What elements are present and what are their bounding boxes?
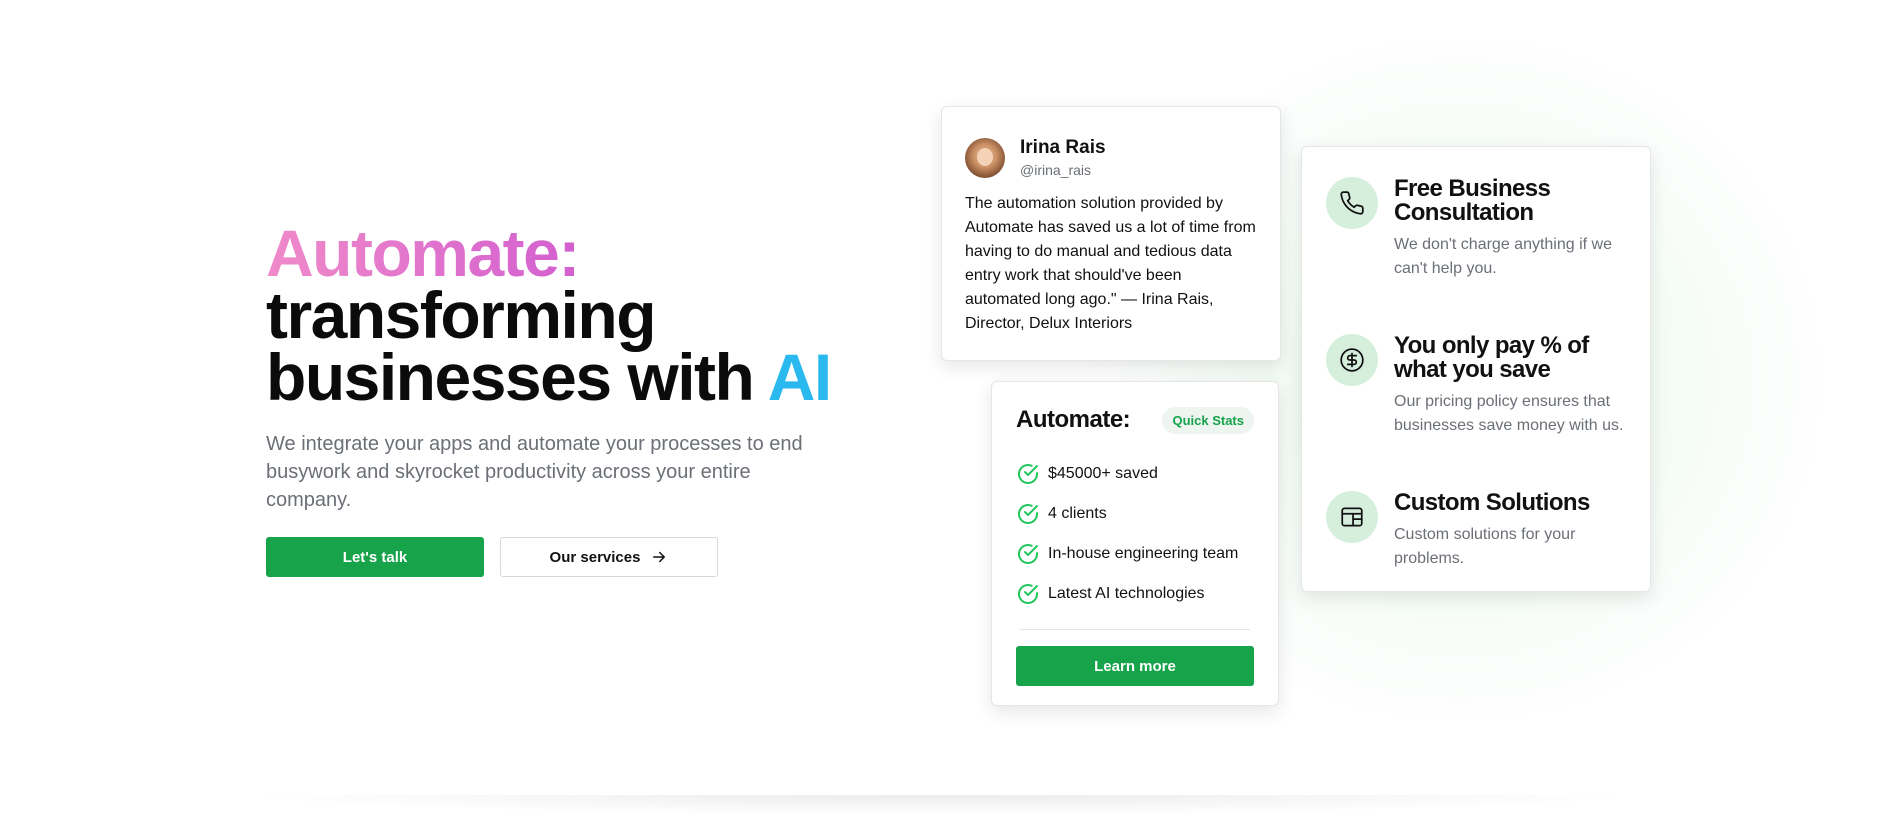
testimonial-name: Irina Rais: [1020, 137, 1106, 158]
feature-title: Custom Solutions: [1394, 489, 1590, 516]
check-circle-icon: [1018, 464, 1038, 484]
our-services-label: Our services: [549, 548, 641, 566]
check-circle-icon: [1018, 544, 1038, 564]
hero-actions: Let's talk Our services: [266, 537, 966, 577]
list-item: 4 clients: [1016, 494, 1254, 534]
testimonial-header: Irina Rais @irina_rais: [965, 137, 1258, 178]
feature-text: Our pricing policy ensures that business…: [1394, 393, 1624, 434]
check-circle-icon: [1018, 584, 1038, 604]
features-card: Free Business Consultation We don't char…: [1301, 146, 1651, 592]
layout-icon: [1326, 491, 1378, 543]
list-item: In-house engineering team: [1016, 534, 1254, 574]
stats-list: $45000+ saved 4 clients In-house enginee…: [1016, 454, 1254, 614]
stat-label: $45000+ saved: [1048, 465, 1158, 482]
section-bottom-shadow: [240, 795, 1640, 815]
stat-label: Latest AI technologies: [1048, 585, 1205, 602]
stat-label: 4 clients: [1048, 505, 1107, 522]
divider: [1020, 629, 1250, 630]
phone-icon: [1326, 177, 1378, 229]
feature-title: Free Business Consultation: [1394, 175, 1551, 226]
stat-label: In-house engineering team: [1048, 545, 1239, 562]
quick-stats-card: Automate: Quick Stats $45000+ saved 4 cl…: [991, 381, 1279, 706]
feature-text: We don't charge anything if we can't hel…: [1394, 236, 1612, 277]
stats-header: Automate: Quick Stats: [1016, 406, 1254, 434]
feature-title: You only pay % of what you save: [1394, 332, 1589, 383]
feature-item: Free Business Consultation We don't char…: [1326, 177, 1626, 334]
hero-title: Automate: transforming businesses with A…: [266, 220, 966, 410]
feature-text: Custom solutions for your problems.: [1394, 526, 1576, 567]
feature-item: You only pay % of what you save Our pric…: [1326, 334, 1626, 491]
testimonial-handle: @irina_rais: [1020, 162, 1092, 178]
hero-section: Automate: transforming businesses with A…: [266, 220, 966, 577]
list-item: Latest AI technologies: [1016, 574, 1254, 614]
stats-title: Automate:: [1016, 406, 1131, 433]
avatar: [965, 137, 1005, 178]
feature-item: Custom Solutions Custom solutions for yo…: [1326, 491, 1626, 648]
list-item: $45000+ saved: [1016, 454, 1254, 494]
quick-stats-badge: Quick Stats: [1162, 406, 1254, 434]
arrow-right-icon: [653, 551, 666, 563]
our-services-button[interactable]: Our services: [500, 537, 718, 577]
dollar-icon: [1326, 334, 1378, 386]
learn-more-button[interactable]: Learn more: [1016, 646, 1254, 686]
testimonial-quote: The automation solution provided by Auto…: [965, 195, 1256, 332]
hero-title-text: transforming businesses with: [266, 278, 755, 414]
testimonial-card: Irina Rais @irina_rais The automation so…: [941, 106, 1281, 361]
hero-subtitle: We integrate your apps and automate your…: [266, 433, 803, 511]
lets-talk-button[interactable]: Let's talk: [266, 537, 484, 577]
hero-title-ai: AI: [767, 340, 833, 414]
check-circle-icon: [1018, 504, 1038, 524]
